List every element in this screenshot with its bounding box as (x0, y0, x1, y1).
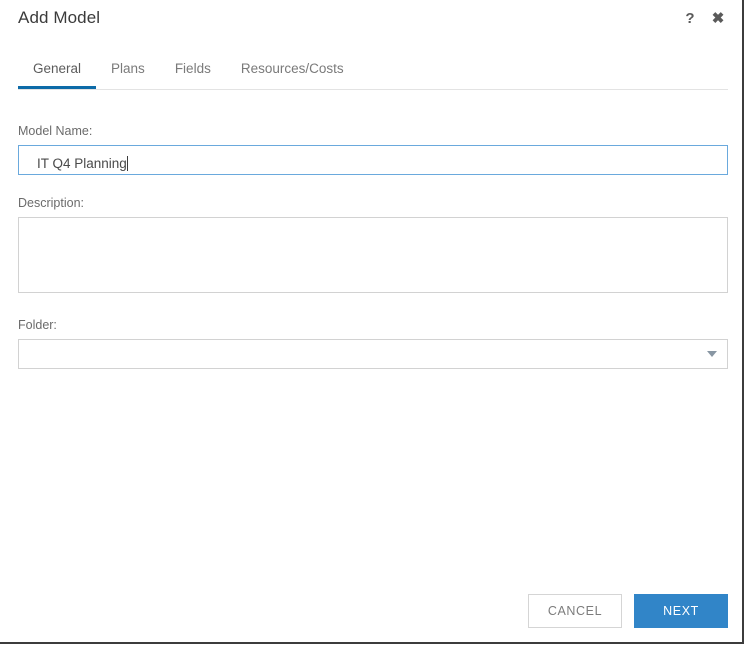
tab-list: General Plans Fields Resources/Costs (18, 58, 359, 89)
page-title: Add Model (18, 8, 100, 28)
folder-label: Folder: (18, 318, 728, 332)
add-model-dialog: Add Model ? ✖ General Plans Fields Resou… (0, 0, 744, 644)
description-label: Description: (18, 196, 728, 210)
tab-general[interactable]: General (18, 58, 96, 89)
description-textarea[interactable] (18, 217, 728, 293)
model-name-label: Model Name: (18, 124, 728, 138)
description-group: Description: (18, 196, 728, 293)
next-button[interactable]: NEXT (634, 594, 728, 628)
model-name-input[interactable]: IT Q4 Planning (18, 145, 728, 175)
model-name-value: IT Q4 Planning (28, 156, 127, 171)
question-mark-icon[interactable]: ? (680, 8, 700, 28)
dialog-header: Add Model ? ✖ (0, 0, 742, 48)
cancel-button[interactable]: CANCEL (528, 594, 622, 628)
folder-group: Folder: (18, 318, 728, 369)
dialog-footer: CANCEL NEXT (0, 584, 742, 642)
tab-resources-costs[interactable]: Resources/Costs (226, 58, 359, 89)
model-name-group: Model Name: IT Q4 Planning (18, 124, 728, 175)
close-icon[interactable]: ✖ (708, 8, 728, 28)
tab-bar: General Plans Fields Resources/Costs (0, 58, 742, 91)
folder-value (19, 346, 28, 361)
tab-plans[interactable]: Plans (96, 58, 160, 89)
footer-buttons: CANCEL NEXT (528, 594, 728, 628)
tab-divider (18, 89, 728, 90)
folder-select[interactable] (18, 339, 728, 369)
tab-fields[interactable]: Fields (160, 58, 226, 89)
chevron-down-icon (707, 351, 717, 357)
form-area: Model Name: IT Q4 Planning Description: … (0, 100, 742, 642)
